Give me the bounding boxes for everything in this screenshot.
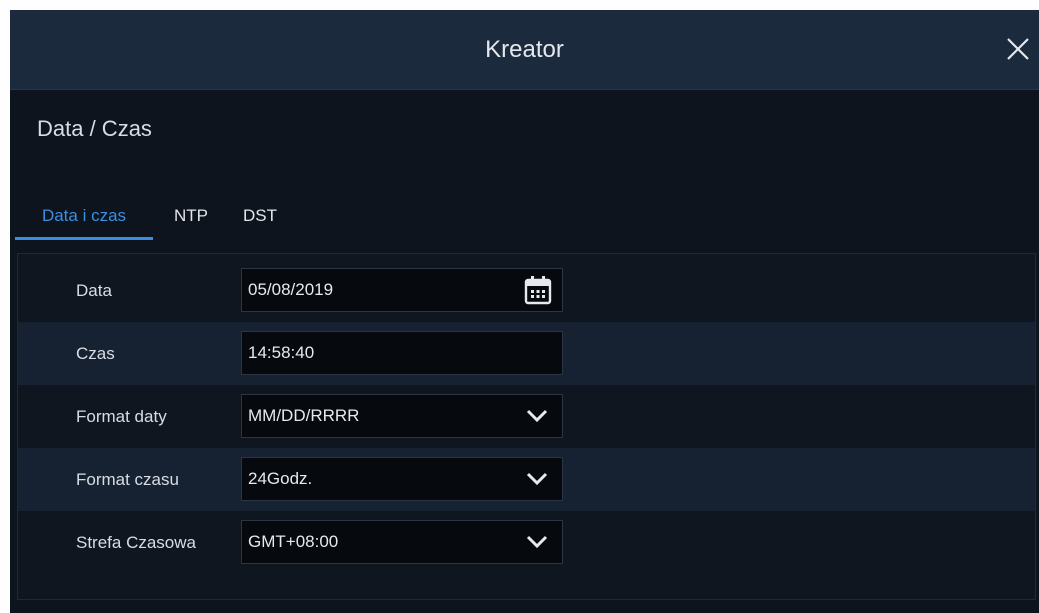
chevron-down-icon <box>526 535 548 549</box>
chevron-down-icon <box>526 472 548 486</box>
title-bar: Kreator <box>10 10 1039 90</box>
date-format-select[interactable]: MM/DD/RRRR <box>241 394 563 438</box>
tab-label: DST <box>243 206 277 225</box>
date-value: 05/08/2019 <box>248 280 334 299</box>
time-format-label: Format czasu <box>76 470 179 489</box>
close-icon[interactable] <box>1005 36 1031 62</box>
tab-label: NTP <box>174 206 208 225</box>
date-row: Data 05/08/2019 <box>18 259 1035 322</box>
timezone-value: GMT+08:00 <box>248 532 339 551</box>
section-title: Data / Czas <box>37 116 152 141</box>
time-row: Czas 14:58:40 <box>18 322 1035 385</box>
chevron-down-icon <box>526 409 548 423</box>
time-label: Czas <box>76 344 115 363</box>
date-time-form: Data 05/08/2019 Czas 14:58:40 Format dat… <box>17 253 1036 600</box>
tab-date-time[interactable]: Data i czas <box>15 202 153 240</box>
date-field[interactable]: 05/08/2019 <box>241 268 563 312</box>
calendar-icon[interactable] <box>524 275 552 305</box>
date-label: Data <box>76 281 112 300</box>
dialog-title: Kreator <box>485 36 564 63</box>
date-format-value: MM/DD/RRRR <box>248 406 360 425</box>
date-format-row: Format daty MM/DD/RRRR <box>18 385 1035 448</box>
wizard-dialog: Kreator Data / Czas Data i czas NTP DST … <box>10 10 1039 613</box>
tab-dst[interactable]: DST <box>240 202 280 238</box>
time-field[interactable]: 14:58:40 <box>241 331 563 375</box>
timezone-label: Strefa Czasowa <box>76 533 196 552</box>
timezone-row: Strefa Czasowa GMT+08:00 <box>18 511 1035 574</box>
tab-ntp[interactable]: NTP <box>173 202 209 238</box>
date-format-label: Format daty <box>76 407 167 426</box>
time-format-value: 24Godz. <box>248 469 313 488</box>
active-tab-indicator <box>15 237 153 240</box>
time-format-select[interactable]: 24Godz. <box>241 457 563 501</box>
time-value: 14:58:40 <box>248 343 315 362</box>
timezone-select[interactable]: GMT+08:00 <box>241 520 563 564</box>
tab-label: Data i czas <box>41 206 127 225</box>
time-format-row: Format czasu 24Godz. <box>18 448 1035 511</box>
tab-bar: Data i czas NTP DST <box>15 202 1035 252</box>
